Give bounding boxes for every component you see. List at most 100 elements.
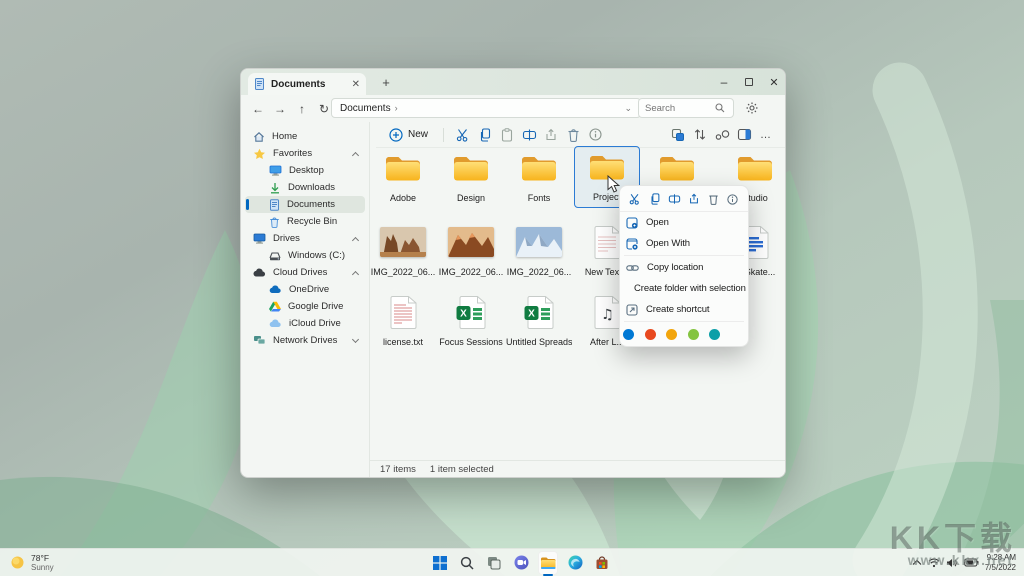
share-quick-button[interactable] [686, 192, 702, 206]
file-item-photo1[interactable]: IMG_2022_06... [370, 222, 436, 284]
store-button[interactable] [592, 551, 612, 575]
file-item-photo2[interactable]: IMG_2022_06... [438, 222, 504, 284]
tab-close-icon[interactable]: ✕ [352, 79, 360, 90]
minimize-button[interactable]: – [711, 69, 737, 95]
file-name: IMG_2022_06... [370, 267, 436, 277]
sidebar-label: Desktop [289, 165, 324, 176]
sidebar-item-downloads[interactable]: Downloads [245, 179, 365, 196]
paste-button[interactable] [496, 125, 518, 145]
rename-button[interactable] [518, 125, 540, 145]
rename-quick-button[interactable] [666, 192, 682, 206]
sidebar-label: Home [272, 131, 297, 142]
file-explorer-button[interactable] [538, 551, 558, 575]
tag-color-green[interactable] [688, 329, 699, 340]
sidebar-item-recycle-bin[interactable]: Recycle Bin [245, 213, 365, 230]
sidebar-item-documents[interactable]: Documents [245, 196, 365, 213]
menu-item-open[interactable]: Open [620, 212, 748, 233]
file-item-focus-sessions[interactable]: X Focus Sessions [438, 292, 504, 354]
new-tab-button[interactable]: + [377, 73, 395, 91]
file-item-license[interactable]: license.txt [370, 292, 436, 354]
copy-icon [649, 193, 661, 205]
task-view-button[interactable] [484, 551, 504, 575]
sidebar-item-google-drive[interactable]: Google Drive [245, 298, 365, 315]
forward-button[interactable]: → [270, 99, 290, 119]
sidebar-item-onedrive[interactable]: OneDrive [245, 281, 365, 298]
chevron-down-icon[interactable] [352, 336, 359, 343]
search-box[interactable] [638, 98, 734, 118]
sort-icon [693, 128, 707, 141]
delete-button[interactable] [562, 125, 584, 145]
info-icon [589, 128, 602, 141]
excel-file-icon: X [456, 296, 486, 329]
up-button[interactable]: ↑ [292, 99, 312, 119]
edge-icon [568, 555, 583, 570]
new-button[interactable]: New [382, 125, 435, 145]
search-taskbar-button[interactable] [457, 551, 477, 575]
layout-button[interactable] [667, 125, 689, 145]
search-input[interactable] [645, 103, 715, 114]
file-item-untitled-spreadsheet[interactable]: X Untitled Spreads... [506, 292, 572, 354]
breadcrumb-chevron-icon: › [395, 103, 398, 113]
sidebar-item-favorites[interactable]: Favorites [245, 145, 365, 162]
cut-icon [629, 193, 641, 205]
selection-count: 1 item selected [430, 464, 494, 475]
sidebar-item-cloud-drives[interactable]: Cloud Drives [245, 264, 365, 281]
cut-button[interactable] [452, 125, 474, 145]
properties-button[interactable] [584, 125, 606, 145]
chevron-up-icon[interactable] [352, 271, 359, 278]
group-button[interactable] [711, 125, 733, 145]
edge-button[interactable] [565, 551, 585, 575]
chevron-up-icon[interactable] [352, 152, 359, 159]
sidebar-item-windows-c[interactable]: Windows (C:) [245, 247, 365, 264]
preview-pane-button[interactable] [733, 125, 755, 145]
sidebar-item-icloud-drive[interactable]: iCloud Drive [245, 315, 365, 332]
tag-color-orange[interactable] [666, 329, 677, 340]
start-button[interactable] [430, 551, 450, 575]
sidebar-item-drives[interactable]: Drives [245, 230, 365, 247]
close-button[interactable]: ✕ [761, 69, 786, 95]
maximize-button[interactable] [736, 69, 762, 95]
folder-icon [520, 153, 558, 183]
back-button[interactable]: ← [248, 99, 268, 119]
weather-widget[interactable]: 78°F Sunny [0, 553, 54, 572]
menu-item-create-shortcut[interactable]: Create shortcut [620, 299, 748, 320]
file-name: license.txt [370, 337, 436, 347]
address-dropdown-icon[interactable]: ⌄ [624, 103, 632, 114]
rename-icon [668, 193, 681, 205]
address-bar[interactable]: Documents › ⌄ [331, 98, 641, 118]
more-options-button[interactable]: … [755, 125, 777, 145]
share-button[interactable] [540, 125, 562, 145]
menu-item-copy-location[interactable]: Copy location [620, 257, 748, 278]
settings-button[interactable] [741, 98, 763, 118]
sort-button[interactable] [689, 125, 711, 145]
copy-button[interactable] [474, 125, 496, 145]
tag-color-blue[interactable] [623, 329, 634, 340]
chat-button[interactable] [511, 551, 531, 575]
sidebar-item-home[interactable]: Home [245, 128, 365, 145]
chevron-up-icon[interactable] [352, 237, 359, 244]
document-icon [269, 199, 280, 211]
menu-item-create-folder-with-selection[interactable]: Create folder with selection [620, 278, 748, 299]
tab-documents[interactable]: Documents ✕ [248, 73, 366, 95]
svg-text:X: X [528, 308, 535, 319]
sidebar-item-network-drives[interactable]: Network Drives [245, 332, 365, 349]
properties-quick-button[interactable] [725, 192, 741, 206]
tag-color-red[interactable] [645, 329, 656, 340]
quick-actions-row [620, 188, 748, 212]
tag-color-teal[interactable] [709, 329, 720, 340]
copy-quick-button[interactable] [647, 192, 663, 206]
file-item-adobe[interactable]: Adobe [370, 148, 436, 210]
audio-file-icon: ♫ [594, 296, 621, 329]
sidebar-item-desktop[interactable]: Desktop [245, 162, 365, 179]
watermark-url: www.kkx.net [908, 552, 1014, 568]
menu-item-open-with[interactable]: Open With [620, 233, 748, 254]
taskbar: 78°F Sunny [0, 548, 1024, 576]
trash-icon [567, 128, 580, 142]
file-item-design[interactable]: Design [438, 148, 504, 210]
shortcut-icon [626, 304, 638, 316]
cut-quick-button[interactable] [627, 192, 643, 206]
file-item-photo3[interactable]: IMG_2022_06... [506, 222, 572, 284]
delete-quick-button[interactable] [705, 192, 721, 206]
file-item-fonts[interactable]: Fonts [506, 148, 572, 210]
breadcrumb[interactable]: Documents [340, 103, 391, 114]
